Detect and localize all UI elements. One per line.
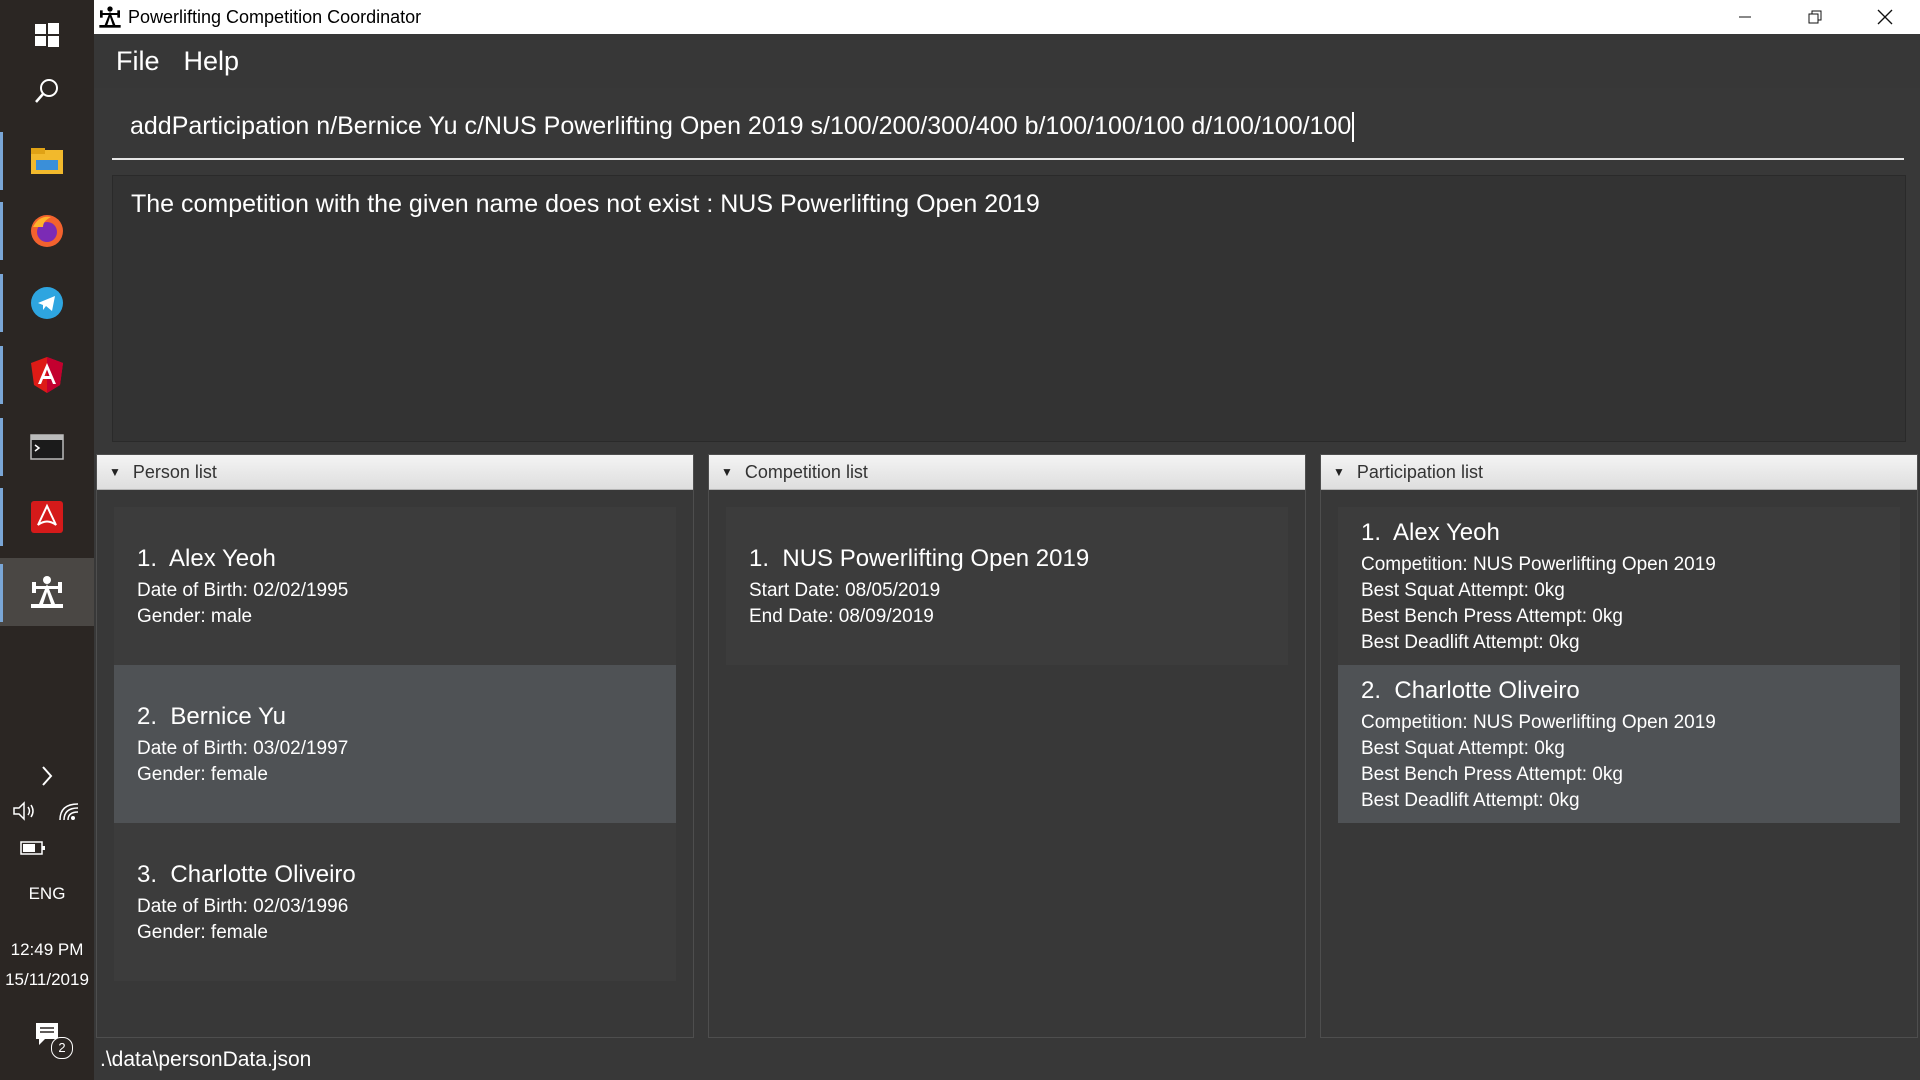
competition-card[interactable]: 1. NUS Powerlifting Open 2019 Start Date… (726, 507, 1288, 665)
best-deadlift: Best Deadlift Attempt: 0kg (1361, 790, 1580, 811)
collapse-arrow-icon: ▼ (109, 465, 121, 479)
person-list-header[interactable]: ▼ Person list (97, 455, 693, 490)
notification-center[interactable]: 2 (0, 1020, 94, 1060)
chevron-right-icon[interactable] (0, 764, 94, 793)
person-name: 1. Alex Yeoh (137, 545, 276, 572)
tray-icons (0, 800, 94, 827)
participation-list-panel: ▼ Participation list 1. Alex Yeoh Compet… (1320, 454, 1918, 1038)
person-name: 2. Bernice Yu (137, 703, 286, 730)
person-dob: Date of Birth: 02/02/1995 (137, 580, 349, 601)
status-bar: .\data\personData.json (94, 1040, 1920, 1080)
notification-badge: 2 (51, 1037, 73, 1059)
collapse-arrow-icon: ▼ (721, 465, 733, 479)
competition-start-date: Start Date: 08/05/2019 (749, 580, 941, 601)
terminal-icon[interactable] (0, 412, 94, 482)
best-deadlift: Best Deadlift Attempt: 0kg (1361, 632, 1580, 653)
best-squat: Best Squat Attempt: 0kg (1361, 738, 1565, 759)
angular-icon[interactable] (0, 340, 94, 410)
competition-list-header[interactable]: ▼ Competition list (709, 455, 1305, 490)
command-input-text: addParticipation n/Bernice Yu c/NUS Powe… (130, 111, 1352, 140)
best-bench: Best Bench Press Attempt: 0kg (1361, 606, 1623, 627)
wifi-icon[interactable] (58, 800, 82, 827)
participant-name: 2. Charlotte Oliveiro (1361, 677, 1580, 704)
language-indicator[interactable]: ENG (0, 884, 94, 904)
result-display[interactable]: The competition with the given name does… (112, 175, 1906, 442)
person-card[interactable]: 3. Charlotte Oliveiro Date of Birth: 02/… (114, 823, 676, 981)
person-list-panel: ▼ Person list 1. Alex Yeoh Date of Birth… (96, 454, 694, 1038)
competition-list-title: Competition list (744, 461, 868, 482)
title-bar[interactable]: Powerlifting Competition Coordinator (94, 0, 1920, 34)
participation-list-title: Participation list (1356, 461, 1483, 482)
person-dob: Date of Birth: 03/02/1997 (137, 738, 349, 759)
best-bench: Best Bench Press Attempt: 0kg (1361, 764, 1623, 785)
telegram-icon[interactable] (0, 268, 94, 338)
battery-icon[interactable] (0, 840, 94, 861)
clock-date[interactable]: 15/11/2019 (0, 970, 94, 990)
competition-name: 1. NUS Powerlifting Open 2019 (749, 545, 1090, 572)
best-squat: Best Squat Attempt: 0kg (1361, 580, 1565, 601)
person-list-title: Person list (132, 461, 217, 482)
command-input[interactable]: addParticipation n/Bernice Yu c/NUS Powe… (112, 96, 1904, 160)
person-gender: Gender: male (137, 606, 253, 627)
firefox-icon[interactable] (0, 196, 94, 266)
person-gender: Gender: female (137, 764, 268, 785)
participation-card[interactable]: 2. Charlotte Oliveiro Competition: NUS P… (1338, 665, 1900, 823)
notification-icon: 2 (33, 1020, 73, 1059)
text-caret (1352, 112, 1355, 143)
app-window: Powerlifting Competition Coordinator Fil… (94, 0, 1920, 1080)
result-message: The competition with the given name does… (131, 190, 1040, 218)
file-explorer-icon[interactable] (0, 126, 94, 196)
acrobat-icon[interactable] (0, 482, 94, 552)
menu-bar: File Help (94, 34, 1920, 88)
search-icon[interactable] (0, 56, 94, 126)
participation-list-header[interactable]: ▼ Participation list (1321, 455, 1917, 490)
person-card[interactable]: 1. Alex Yeoh Date of Birth: 02/02/1995 G… (114, 507, 676, 665)
person-gender: Gender: female (137, 922, 268, 943)
taskbar: ENG 12:49 PM 15/11/2019 2 (0, 0, 94, 1080)
volume-icon[interactable] (12, 800, 36, 827)
participation-competition: Competition: NUS Powerlifting Open 2019 (1361, 554, 1716, 575)
powerlifting-app-icon[interactable] (0, 558, 94, 626)
competition-end-date: End Date: 08/09/2019 (749, 606, 934, 627)
restore-button[interactable] (1780, 0, 1850, 34)
app-logo-icon (99, 6, 121, 28)
close-button[interactable] (1850, 0, 1920, 34)
person-name: 3. Charlotte Oliveiro (137, 861, 356, 888)
participant-name: 1. Alex Yeoh (1361, 519, 1500, 546)
window-title: Powerlifting Competition Coordinator (128, 6, 422, 27)
person-dob: Date of Birth: 02/03/1996 (137, 896, 349, 917)
minimize-button[interactable] (1710, 0, 1780, 34)
menu-help[interactable]: Help (172, 46, 252, 77)
collapse-arrow-icon: ▼ (1333, 465, 1345, 479)
clock-time[interactable]: 12:49 PM (0, 940, 94, 960)
competition-list-panel: ▼ Competition list 1. NUS Powerlifting O… (708, 454, 1306, 1038)
person-card[interactable]: 2. Bernice Yu Date of Birth: 03/02/1997 … (114, 665, 676, 823)
menu-file[interactable]: File (104, 46, 172, 77)
participation-card[interactable]: 1. Alex Yeoh Competition: NUS Powerlifti… (1338, 507, 1900, 665)
save-location: .\data\personData.json (100, 1048, 312, 1071)
participation-competition: Competition: NUS Powerlifting Open 2019 (1361, 712, 1716, 733)
